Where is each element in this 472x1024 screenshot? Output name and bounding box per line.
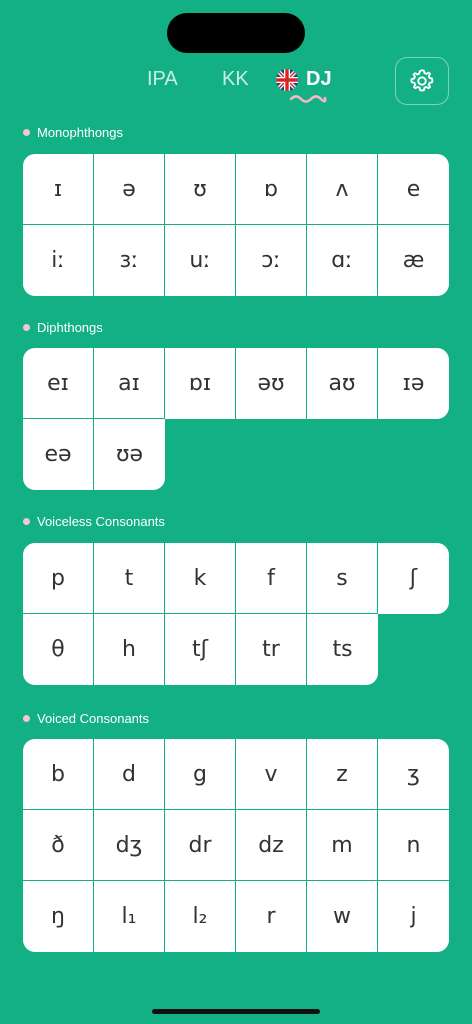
phoneme-key[interactable]: dʒ xyxy=(94,810,165,881)
phoneme-key[interactable]: ʒ xyxy=(378,739,449,810)
phoneme-key[interactable]: ts xyxy=(307,614,378,685)
phoneme-key[interactable]: ɪ xyxy=(23,154,94,225)
phoneme-key[interactable]: z xyxy=(307,739,378,810)
tab-kk[interactable]: KK xyxy=(222,68,249,91)
phoneme-key[interactable]: ɔː xyxy=(236,225,307,296)
phoneme-key[interactable]: p xyxy=(23,543,94,614)
section-title: Voiceless Consonants xyxy=(37,514,165,529)
section-label-voiceless-consonants: Voiceless Consonants xyxy=(23,514,165,529)
active-tab-indicator xyxy=(289,95,327,103)
phoneme-key[interactable]: dr xyxy=(165,810,236,881)
phoneme-key[interactable]: θ xyxy=(23,614,94,685)
voiceless-consonants-grid: p t k f s ʃ θ h tʃ tr ts xyxy=(23,543,449,685)
phoneme-key[interactable]: h xyxy=(94,614,165,685)
phoneme-key[interactable]: ʌ xyxy=(307,154,378,225)
phoneme-key[interactable]: r xyxy=(236,881,307,952)
tab-ipa[interactable]: IPA xyxy=(147,68,178,91)
phoneme-key[interactable]: d xyxy=(94,739,165,810)
phoneme-key[interactable]: ɜː xyxy=(94,225,165,296)
gear-icon xyxy=(410,69,434,92)
bullet-dot xyxy=(23,324,30,331)
phoneme-key[interactable]: t xyxy=(94,543,165,614)
phoneme-key[interactable]: ʃ xyxy=(378,543,449,614)
phoneme-key[interactable]: b xyxy=(23,739,94,810)
phoneme-key[interactable]: ʊə xyxy=(94,419,165,490)
phoneme-key[interactable]: l₁ xyxy=(94,881,165,952)
phoneme-key[interactable]: s xyxy=(307,543,378,614)
phoneme-key[interactable]: f xyxy=(236,543,307,614)
section-label-diphthongs: Diphthongs xyxy=(23,320,103,335)
empty-slot xyxy=(378,419,449,490)
phoneme-key[interactable]: k xyxy=(165,543,236,614)
phoneme-key[interactable]: l₂ xyxy=(165,881,236,952)
phoneme-key[interactable]: əʊ xyxy=(236,348,307,419)
settings-button[interactable] xyxy=(395,57,449,105)
phoneme-key[interactable]: ð xyxy=(23,810,94,881)
section-title: Diphthongs xyxy=(37,320,103,335)
voiced-consonants-grid: b d g v z ʒ ð dʒ dr dz m n ŋ l₁ l₂ r w j xyxy=(23,739,449,952)
tab-dj[interactable]: DJ xyxy=(276,68,332,91)
phoneme-key[interactable]: ʊ xyxy=(165,154,236,225)
section-title: Monophthongs xyxy=(37,125,124,140)
phoneme-key[interactable]: ɑː xyxy=(307,225,378,296)
empty-slot xyxy=(236,419,307,490)
phoneme-key[interactable]: v xyxy=(236,739,307,810)
phoneme-key[interactable]: eɪ xyxy=(23,348,94,419)
bullet-dot xyxy=(23,518,30,525)
phoneme-key[interactable]: tʃ xyxy=(165,614,236,685)
empty-slot xyxy=(378,614,449,685)
phoneme-key[interactable]: ɒɪ xyxy=(165,348,236,419)
phoneme-key[interactable]: m xyxy=(307,810,378,881)
phoneme-key[interactable]: uː xyxy=(165,225,236,296)
section-label-voiced-consonants: Voiced Consonants xyxy=(23,711,149,726)
section-title: Voiced Consonants xyxy=(37,711,150,726)
section-label-monophthongs: Monophthongs xyxy=(23,125,123,140)
phoneme-key[interactable]: j xyxy=(378,881,449,952)
phoneme-key[interactable]: æ xyxy=(378,225,449,296)
diphthongs-grid: eɪ aɪ ɒɪ əʊ aʊ ɪə eə ʊə xyxy=(23,348,449,490)
bullet-dot xyxy=(23,715,30,722)
empty-slot xyxy=(165,419,236,490)
phoneme-key[interactable]: tr xyxy=(236,614,307,685)
tab-dj-label: DJ xyxy=(306,68,332,90)
empty-slot xyxy=(307,419,378,490)
monophthongs-grid: ɪ ə ʊ ɒ ʌ e iː ɜː uː ɔː ɑː æ xyxy=(23,154,449,296)
phoneme-key[interactable]: ɪə xyxy=(378,348,449,419)
dynamic-island xyxy=(167,13,305,53)
phoneme-key[interactable]: ŋ xyxy=(23,881,94,952)
phoneme-key[interactable]: aɪ xyxy=(94,348,165,419)
phoneme-key[interactable]: ɒ xyxy=(236,154,307,225)
phoneme-key[interactable]: eə xyxy=(23,419,94,490)
home-indicator[interactable] xyxy=(152,1009,320,1014)
bullet-dot xyxy=(23,129,30,136)
phoneme-key[interactable]: dz xyxy=(236,810,307,881)
phoneme-key[interactable]: e xyxy=(378,154,449,225)
phoneme-key[interactable]: g xyxy=(165,739,236,810)
uk-flag-icon xyxy=(276,68,298,91)
phoneme-key[interactable]: ə xyxy=(94,154,165,225)
phoneme-key[interactable]: n xyxy=(378,810,449,881)
phoneme-key[interactable]: w xyxy=(307,881,378,952)
phoneme-key[interactable]: iː xyxy=(23,225,94,296)
phoneme-key[interactable]: aʊ xyxy=(307,348,378,419)
